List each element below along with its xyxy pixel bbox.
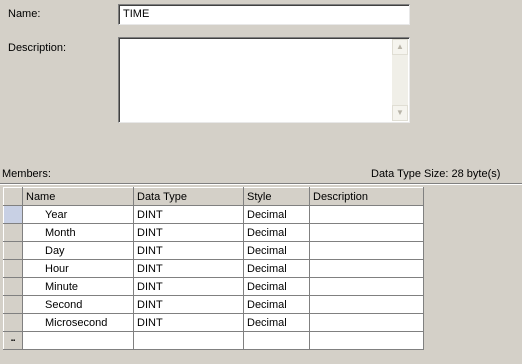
scroll-up-icon[interactable]: ▲	[392, 39, 408, 55]
row-header[interactable]	[3, 277, 23, 296]
member-name-cell[interactable]: Day	[22, 241, 134, 260]
new-member-description-cell[interactable]	[309, 331, 424, 350]
column-header-style[interactable]: Style	[243, 187, 310, 206]
member-data-type-cell[interactable]: DINT	[133, 277, 244, 296]
member-name-cell[interactable]: Hour	[22, 259, 134, 278]
column-header-data-type[interactable]: Data Type	[133, 187, 244, 206]
member-description-cell[interactable]	[309, 259, 424, 278]
member-name-cell[interactable]: Year	[22, 205, 134, 224]
description-textarea[interactable]: ▲ ▼	[118, 37, 410, 123]
member-description-cell[interactable]	[309, 241, 424, 260]
row-header[interactable]	[3, 241, 23, 260]
new-member-row[interactable]: ▪▪	[3, 331, 424, 350]
table-row[interactable]: Day DINT Decimal	[3, 241, 424, 260]
member-style-cell[interactable]: Decimal	[243, 259, 310, 278]
member-style-cell[interactable]: Decimal	[243, 295, 310, 314]
name-input[interactable]: TIME	[118, 4, 410, 25]
member-data-type-cell[interactable]: DINT	[133, 259, 244, 278]
table-row[interactable]: Month DINT Decimal	[3, 223, 424, 242]
member-data-type-cell[interactable]: DINT	[133, 295, 244, 314]
member-style-cell[interactable]: Decimal	[243, 241, 310, 260]
member-style-cell[interactable]: Decimal	[243, 313, 310, 332]
member-name-cell[interactable]: Microsecond	[22, 313, 134, 332]
member-description-cell[interactable]	[309, 277, 424, 296]
separator	[0, 183, 522, 185]
table-row[interactable]: Hour DINT Decimal	[3, 259, 424, 278]
member-name-cell[interactable]: Minute	[22, 277, 134, 296]
new-row-icon[interactable]: ▪▪	[3, 331, 23, 350]
members-label: Members:	[2, 168, 51, 180]
member-data-type-cell[interactable]: DINT	[133, 241, 244, 260]
table-row[interactable]: Second DINT Decimal	[3, 295, 424, 314]
column-header-description[interactable]: Description	[309, 187, 424, 206]
member-name-cell[interactable]: Month	[22, 223, 134, 242]
member-description-cell[interactable]	[309, 313, 424, 332]
row-header[interactable]	[3, 295, 23, 314]
new-member-name-cell[interactable]	[22, 331, 134, 350]
description-scrollbar[interactable]: ▲ ▼	[392, 39, 408, 121]
grid-header-row: Name Data Type Style Description	[3, 187, 424, 206]
member-style-cell[interactable]: Decimal	[243, 223, 310, 242]
scroll-down-icon[interactable]: ▼	[392, 105, 408, 121]
members-grid: Name Data Type Style Description Year DI…	[3, 187, 424, 350]
table-row[interactable]: Microsecond DINT Decimal	[3, 313, 424, 332]
description-label: Description:	[8, 42, 67, 54]
member-description-cell[interactable]	[309, 205, 424, 224]
data-type-size: Data Type Size: 28 byte(s)	[371, 168, 501, 180]
member-description-cell[interactable]	[309, 223, 424, 242]
table-row[interactable]: Year DINT Decimal	[3, 205, 424, 224]
grid-corner[interactable]	[3, 187, 23, 206]
member-description-cell[interactable]	[309, 295, 424, 314]
name-label: Name:	[8, 8, 41, 20]
table-row[interactable]: Minute DINT Decimal	[3, 277, 424, 296]
new-member-style-cell[interactable]	[243, 331, 310, 350]
member-style-cell[interactable]: Decimal	[243, 205, 310, 224]
column-header-name[interactable]: Name	[22, 187, 134, 206]
member-data-type-cell[interactable]: DINT	[133, 223, 244, 242]
member-name-cell[interactable]: Second	[22, 295, 134, 314]
row-header[interactable]	[3, 223, 23, 242]
row-header[interactable]	[3, 259, 23, 278]
new-member-data-type-cell[interactable]	[133, 331, 244, 350]
member-data-type-cell[interactable]: DINT	[133, 313, 244, 332]
member-style-cell[interactable]: Decimal	[243, 277, 310, 296]
row-header[interactable]	[3, 205, 23, 224]
member-data-type-cell[interactable]: DINT	[133, 205, 244, 224]
row-header[interactable]	[3, 313, 23, 332]
